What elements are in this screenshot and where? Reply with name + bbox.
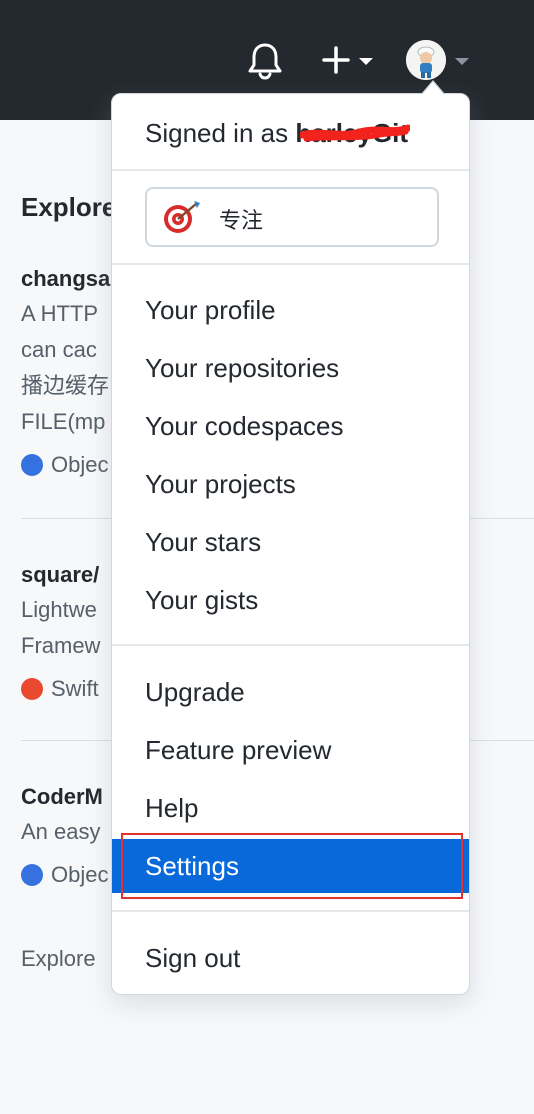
set-status-button[interactable]: 专注 <box>145 187 439 247</box>
menu-item-feature-preview[interactable]: Feature preview <box>112 723 469 777</box>
language-label: Swift <box>51 676 99 701</box>
repo-language: Swift <box>21 676 100 702</box>
repo-name[interactable]: CoderM <box>21 784 108 810</box>
divider <box>112 263 469 265</box>
language-label: Objec <box>51 452 109 477</box>
explore-more-link[interactable]: Explore <box>21 946 96 972</box>
divider <box>112 644 469 646</box>
menu-item-help[interactable]: Help <box>112 781 469 835</box>
avatar[interactable] <box>406 40 446 80</box>
repo-item[interactable]: square/ Lightwe Framew Swift <box>21 562 100 702</box>
repo-desc-line: 播边缓存 <box>21 373 110 398</box>
language-dot-icon <box>21 678 43 700</box>
language-dot-icon <box>21 864 43 886</box>
bell-icon[interactable] <box>247 42 283 80</box>
repo-desc-line: can cac <box>21 337 97 362</box>
language-dot-icon <box>21 454 43 476</box>
menu-item-your-repositories[interactable]: Your repositories <box>112 341 469 395</box>
repo-language: Objec <box>21 452 110 478</box>
repo-language: Objec <box>21 862 108 888</box>
menu-item-your-stars[interactable]: Your stars <box>112 515 469 569</box>
target-icon <box>164 201 200 233</box>
plus-icon[interactable] <box>320 44 352 76</box>
explore-title: Explore <box>21 192 117 222</box>
divider <box>112 910 469 912</box>
repo-desc-line: Lightwe <box>21 597 97 622</box>
account-dropdown-menu: Signed in as harleyGit 专注 Your profile Y… <box>111 80 470 995</box>
menu-item-your-gists[interactable]: Your gists <box>112 573 469 627</box>
repo-desc-line: An easy <box>21 819 101 844</box>
account-caret-icon[interactable] <box>455 58 469 65</box>
repo-desc-line: Framew <box>21 633 101 658</box>
signed-in-prefix: Signed in as <box>145 118 296 148</box>
status-text: 专注 <box>219 208 264 233</box>
menu-item-your-codespaces[interactable]: Your codespaces <box>112 399 469 453</box>
create-caret-icon[interactable] <box>359 58 373 65</box>
menu-item-sign-out[interactable]: Sign out <box>112 931 469 985</box>
language-label: Objec <box>51 862 109 887</box>
menu-item-your-projects[interactable]: Your projects <box>112 457 469 511</box>
repo-name[interactable]: changsa <box>21 266 110 292</box>
menu-item-settings[interactable]: Settings <box>112 839 469 893</box>
repo-desc-line: FILE(mp <box>21 409 106 434</box>
menu-item-upgrade[interactable]: Upgrade <box>112 665 469 719</box>
menu-item-your-profile[interactable]: Your profile <box>112 283 469 337</box>
redaction-scribble <box>300 124 410 142</box>
repo-name[interactable]: square/ <box>21 562 100 588</box>
repo-desc-line: A HTTP <box>21 301 99 326</box>
divider <box>112 169 469 171</box>
repo-item[interactable]: CoderM An easy Objec <box>21 784 108 888</box>
repo-item[interactable]: changsa A HTTP can cac 播边缓存 FILE(mp Obje… <box>21 266 110 478</box>
